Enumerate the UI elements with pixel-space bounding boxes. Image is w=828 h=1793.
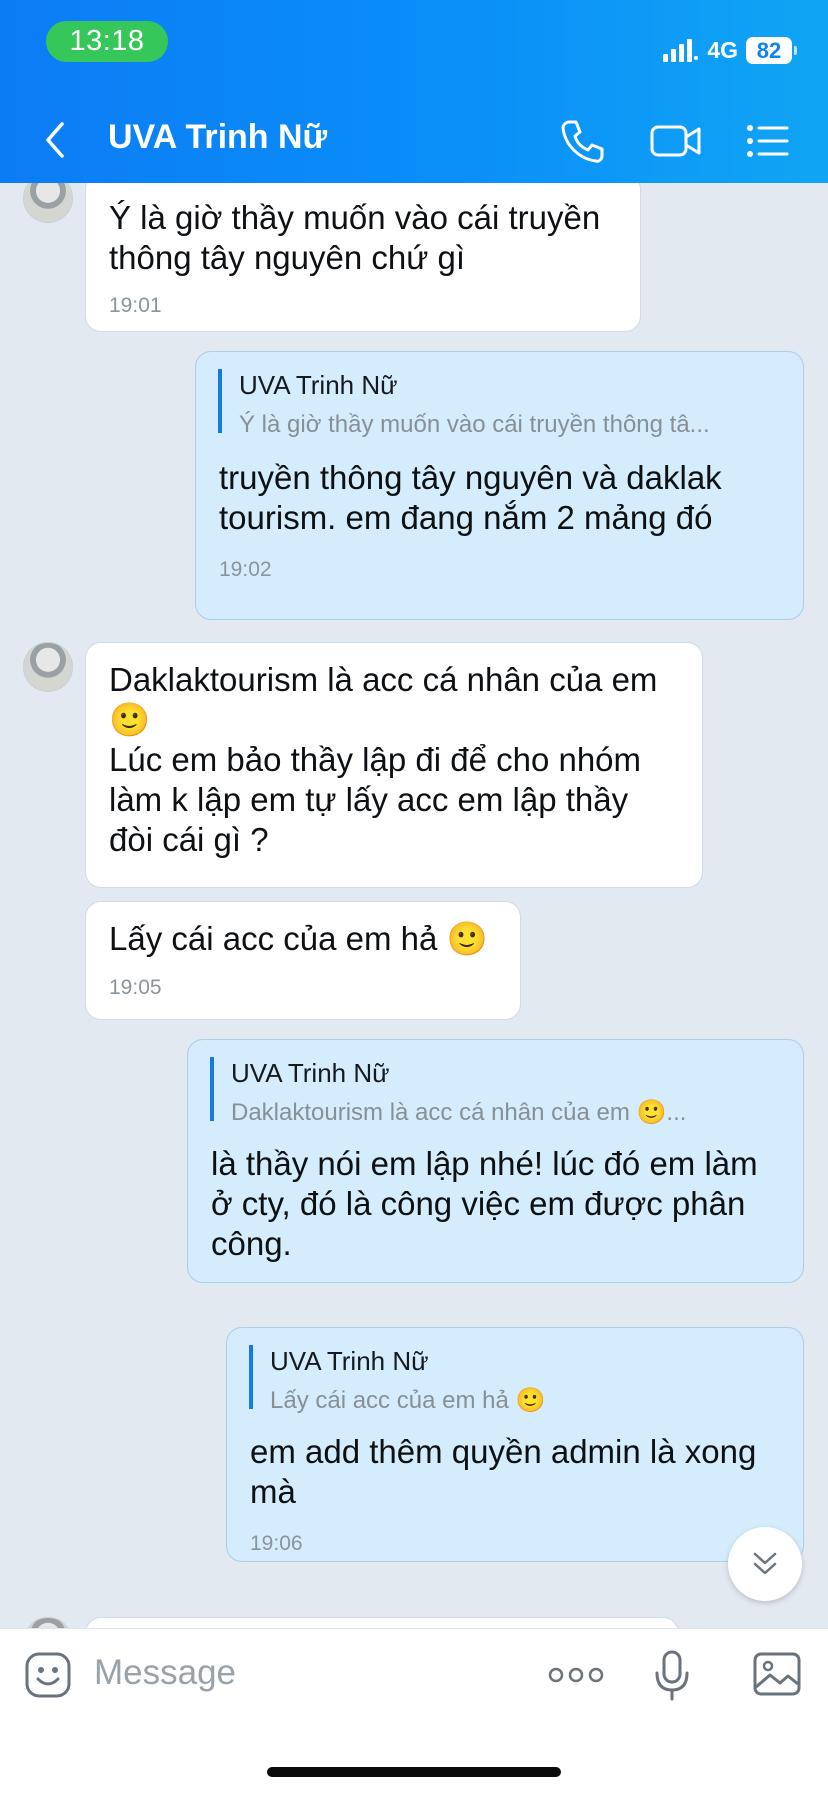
quote-sender: UVA Trinh Nữ — [270, 1346, 429, 1376]
menu-list-icon[interactable] — [746, 118, 790, 164]
microphone-icon[interactable] — [654, 1649, 690, 1701]
signal-icon — [663, 39, 699, 62]
status-time: 13:18 — [46, 21, 168, 62]
message-bubble-incoming[interactable]: Daklaktourism là acc cá nhân của em 🙂 Lú… — [85, 642, 703, 888]
scroll-to-bottom-button[interactable] — [728, 1527, 802, 1601]
message-text: là thầy nói em lập nhé! lúc đó em làm ở … — [211, 1145, 758, 1262]
image-icon[interactable] — [752, 1651, 802, 1697]
back-icon[interactable] — [40, 120, 70, 160]
quote-sender: UVA Trinh Nữ — [231, 1058, 390, 1088]
message-bubble-outgoing[interactable]: UVA Trinh Nữ Ý là giờ thầy muốn vào cái … — [195, 351, 804, 620]
contact-avatar[interactable] — [23, 183, 73, 223]
message-time: 19:02 — [219, 558, 272, 581]
battery-indicator: 82 — [746, 36, 797, 64]
message-text: em add thêm quyền admin là xong mà — [250, 1433, 757, 1510]
message-time: 19:06 — [250, 1532, 303, 1555]
network-type: 4G — [707, 36, 738, 63]
message-text: truyền thông tây nguyên và daklak touris… — [219, 459, 722, 536]
contact-avatar[interactable] — [23, 1617, 73, 1628]
message-input-bar: Message — [0, 1628, 828, 1793]
message-input[interactable]: Message — [94, 1653, 236, 1693]
quote-sender: UVA Trinh Nữ — [239, 370, 398, 400]
message-bubble-outgoing[interactable]: UVA Trinh Nữ Lấy cái acc của em hả 🙂 em … — [226, 1327, 804, 1562]
phone-icon[interactable] — [560, 118, 604, 164]
message-text: Ý là giờ thầy muốn vào cái truyền thông … — [109, 199, 601, 276]
reply-quote[interactable]: UVA Trinh Nữ Daklaktourism là acc cá nhâ… — [210, 1057, 686, 1126]
chat-header: 13:18 4G 82 UVA Trinh Nữ — [0, 0, 828, 183]
more-icon[interactable] — [548, 1665, 604, 1685]
message-list[interactable]: Ý là giờ thầy muốn vào cái truyền thông … — [0, 183, 828, 1628]
contact-avatar[interactable] — [23, 642, 73, 692]
chat-title[interactable]: UVA Trinh Nữ — [108, 118, 327, 157]
status-indicators: 4G 82 — [663, 30, 797, 70]
quote-text: Ý là giờ thầy muốn vào cái truyền thông … — [239, 411, 710, 438]
message-bubble-incoming[interactable]: Lấy cái acc của em hả 🙂 19:05 — [85, 901, 521, 1020]
reply-quote[interactable]: UVA Trinh Nữ Lấy cái acc của em hả 🙂 — [249, 1345, 545, 1414]
message-time: 19:05 — [109, 976, 162, 999]
reply-quote[interactable]: UVA Trinh Nữ Ý là giờ thầy muốn vào cái … — [218, 369, 710, 438]
sticker-icon[interactable] — [24, 1651, 72, 1699]
message-bubble-outgoing[interactable]: UVA Trinh Nữ Daklaktourism là acc cá nhâ… — [187, 1039, 804, 1283]
message-text: Lấy cái acc của em hả 🙂 — [109, 920, 488, 957]
video-call-icon[interactable] — [650, 118, 702, 164]
double-chevron-down-icon — [753, 1552, 777, 1575]
message-time: 19:01 — [109, 294, 162, 317]
quote-text: Lấy cái acc của em hả 🙂 — [270, 1387, 546, 1414]
message-bubble-incoming[interactable] — [85, 1617, 679, 1628]
quote-text: Daklaktourism là acc cá nhân của em 🙂... — [231, 1099, 687, 1126]
message-text: Daklaktourism là acc cá nhân của em 🙂 Lú… — [109, 661, 658, 858]
message-bubble-incoming[interactable]: Ý là giờ thầy muốn vào cái truyền thông … — [85, 183, 641, 332]
home-indicator — [267, 1767, 561, 1777]
